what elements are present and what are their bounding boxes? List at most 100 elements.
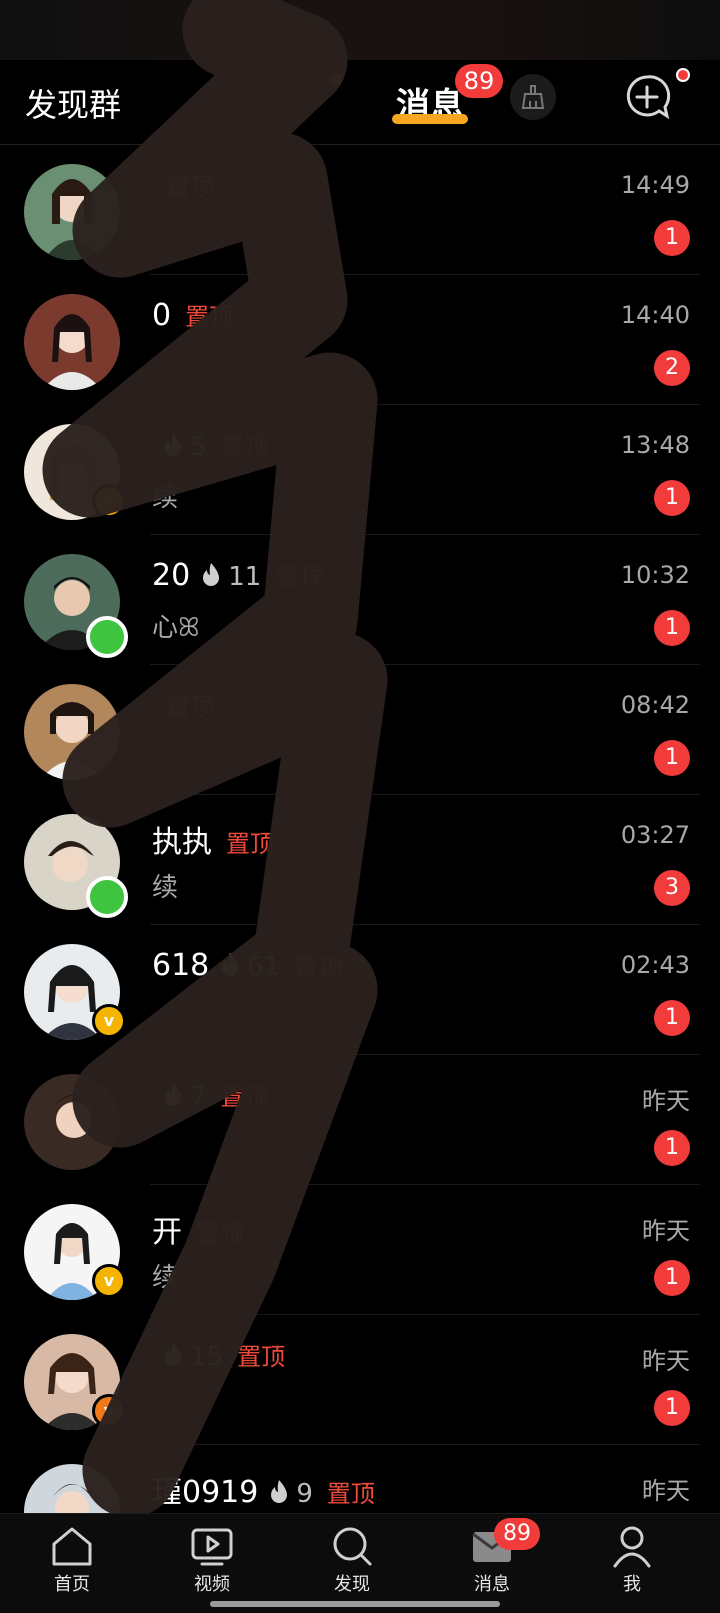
tab-label: 首页 [54,1574,90,1595]
unread-badge: 1 [654,1130,690,1166]
contact-name: 瑾0919 [152,1475,259,1510]
tab-video[interactable]: 视频 [162,1524,262,1596]
streak-fire-icon [271,1480,288,1503]
unread-badge: 1 [654,480,690,516]
avatar[interactable] [24,294,120,390]
unread-badge: 1 [654,1390,690,1426]
search-icon [333,1527,372,1566]
unread-badge: 1 [654,1000,690,1036]
conversation-row[interactable]: 置顶 08:42 1 [0,665,720,795]
tab-discover[interactable]: 发现 [302,1524,402,1596]
message-time: 03:27 [620,821,690,849]
message-time: 14:40 [620,301,690,329]
unread-badge: 2 [654,350,690,386]
conversation-row[interactable]: v 开置顶 续 昨天 1 [0,1185,720,1315]
pinned-label: 置顶 [294,953,343,981]
contact-name: 0 [152,298,172,333]
message-preview: 续 [152,1263,179,1293]
message-preview: 续 [152,483,179,513]
new-chat-dot [676,68,690,82]
avatar[interactable] [24,1074,120,1170]
streak-fire-icon [165,1343,181,1366]
video-icon [191,1528,233,1566]
conversation-row[interactable]: v 15 置顶 昨天 1 [0,1315,720,1445]
conversation-row[interactable]: 7 置顶 昨天 1 [0,1055,720,1185]
streak-fire-icon [165,433,181,456]
tab-label: 视频 [194,1574,230,1595]
pinned-label: 置顶 [185,303,234,331]
online-status-icon [86,876,128,918]
streak-count: 5 [190,432,207,462]
conversation-row[interactable]: 0 置顶 14:40 2 [0,275,720,405]
pinned-label: 置顶 [166,173,214,201]
streak-fire-icon [203,563,220,586]
bottom-tab-bar: 首页 视频 发现 消息 89 我 [0,1513,720,1613]
verified-badge-icon: v [92,1264,126,1298]
message-time: 02:43 [620,951,690,979]
profile-icon [613,1526,651,1568]
conversation-row[interactable]: v 618 61 置顶 02:43 1 [0,925,720,1055]
unread-badge: 1 [654,610,690,646]
avatar[interactable] [24,1464,120,1513]
active-tab-indicator [392,114,468,124]
conversation-row[interactable]: 置顶 14:49 1 [0,145,720,275]
tab-label: 发现 [334,1574,370,1595]
conversation-row[interactable]: v 5 置顶 续 13:48 1 [0,405,720,535]
message-time: 13:48 [620,431,690,459]
unread-badge: 3 [654,870,690,906]
tab-other-dot [330,74,342,86]
message-preview: 心ꕤ [152,613,200,643]
conversation-row[interactable]: 瑾0919 9 置顶 昨天 [0,1445,720,1513]
conversation-row[interactable]: 执执 置顶 续 03:27 3 [0,795,720,925]
unread-badge: 1 [654,740,690,776]
tab-profile[interactable]: 我 [582,1524,682,1596]
pinned-label: 置顶 [237,1343,286,1371]
message-time: 08:42 [620,691,690,719]
contact-name: 执执 [152,825,212,860]
status-bar [0,0,720,60]
home-indicator [210,1601,500,1607]
unread-badge: 1 [654,220,690,256]
avatar[interactable] [24,684,120,780]
verified-badge-icon: v [92,484,126,518]
contact-name: 618 [152,948,210,983]
discover-groups-link[interactable]: 发现群 [25,80,121,126]
pinned-label: 置顶 [196,1220,244,1248]
streak-count: 9 [296,1479,313,1509]
pinned-label: 置顶 [326,1480,375,1508]
new-chat-icon[interactable] [622,72,672,122]
pinned-label: 置顶 [275,563,324,591]
message-time: 昨天 [642,1087,690,1115]
streak-fire-icon [165,1083,181,1106]
contact-name: 20 [152,558,191,593]
message-time: 10:32 [620,561,690,589]
message-time: 昨天 [642,1477,690,1505]
streak-count: 61 [247,952,281,982]
pinned-label: 置顶 [166,693,214,721]
message-time: 昨天 [642,1217,690,1245]
pinned-label: 置顶 [220,433,269,461]
contact-name: 开 [152,1215,182,1250]
message-time: 昨天 [642,1347,690,1375]
streak-count: 15 [190,1342,224,1372]
clear-unread-button[interactable] [510,74,556,120]
tab-messages-badge: 89 [494,1518,540,1550]
tab-home[interactable]: 首页 [22,1524,122,1596]
messages-count-badge: 89 [455,64,503,98]
avatar[interactable] [24,164,120,260]
verified-badge-icon: v [92,1394,126,1428]
conversation-list: 置顶 14:49 1 0 置顶 14:40 2 v 5 置顶 续 13:48 1… [0,145,720,1513]
message-time: 14:49 [620,171,690,199]
tab-label: 我 [623,1574,641,1595]
message-preview: 续 [152,873,179,903]
top-nav: 发现群 消息 89 [0,62,720,145]
online-status-icon [86,616,128,658]
streak-count: 11 [228,562,262,592]
pinned-label: 置顶 [226,830,274,858]
tab-label: 消息 [474,1574,510,1595]
broom-icon [521,85,545,109]
unread-badge: 1 [654,1260,690,1296]
tab-messages-bottom[interactable]: 消息 89 [442,1518,542,1596]
streak-count: 7 [190,1082,207,1112]
conversation-row[interactable]: 20 11 置顶 心ꕤ 10:32 1 [0,535,720,665]
